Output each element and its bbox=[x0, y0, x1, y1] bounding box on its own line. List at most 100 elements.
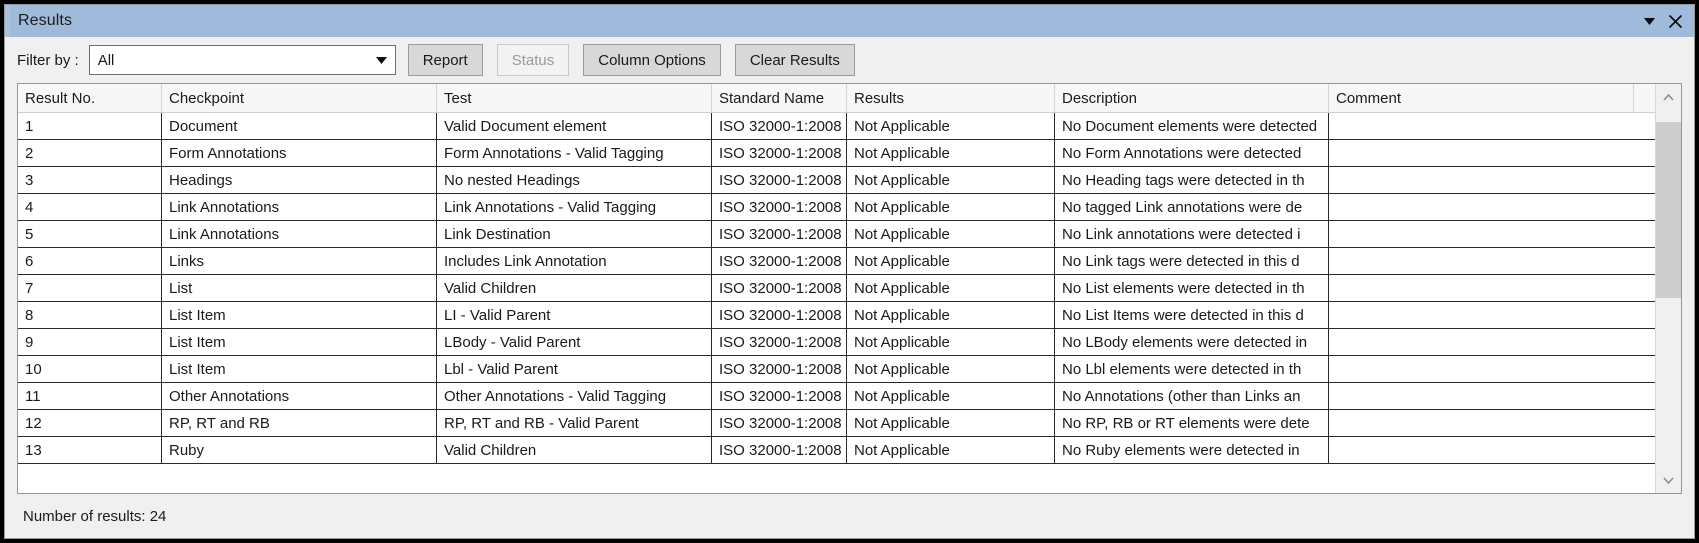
table-cell-description[interactable]: No RP, RB or RT elements were dete bbox=[1055, 410, 1329, 436]
table-cell-standard[interactable]: ISO 32000-1:2008 bbox=[712, 356, 847, 382]
vertical-scrollbar[interactable] bbox=[1655, 84, 1681, 493]
table-cell-result[interactable]: Not Applicable bbox=[847, 113, 1055, 139]
table-cell-standard[interactable]: ISO 32000-1:2008 bbox=[712, 113, 847, 139]
close-icon[interactable] bbox=[1662, 8, 1688, 34]
table-cell-test[interactable]: Link Annotations - Valid Tagging bbox=[437, 194, 712, 220]
table-cell-checkpoint[interactable]: Other Annotations bbox=[162, 383, 437, 409]
table-cell-comment[interactable] bbox=[1329, 275, 1634, 301]
table-cell-result[interactable]: Not Applicable bbox=[847, 437, 1055, 463]
chevron-down-icon[interactable] bbox=[1656, 467, 1681, 493]
table-row[interactable]: 9 List Item LBody - Valid Parent ISO 32000-… bbox=[18, 329, 1655, 356]
table-cell-result[interactable]: Not Applicable bbox=[847, 356, 1055, 382]
clear-results-button[interactable]: Clear Results bbox=[734, 44, 855, 76]
table-row[interactable]: 12 RP, RT and RB RP, RT and RB - Valid Par… bbox=[18, 410, 1655, 437]
table-cell-no[interactable]: 12 bbox=[18, 410, 162, 436]
table-cell-description[interactable]: No Ruby elements were detected in bbox=[1055, 437, 1329, 463]
table-cell-result[interactable]: Not Applicable bbox=[847, 302, 1055, 328]
table-cell-standard[interactable]: ISO 32000-1:2008 bbox=[712, 194, 847, 220]
table-cell-no[interactable]: 7 bbox=[18, 275, 162, 301]
table-cell-no[interactable]: 9 bbox=[18, 329, 162, 355]
column-header[interactable]: Checkpoint bbox=[162, 84, 437, 112]
table-row[interactable]: 7 List Valid Children ISO 32000-1:2008 Not A… bbox=[18, 275, 1655, 302]
table-cell-no[interactable]: 8 bbox=[18, 302, 162, 328]
column-header[interactable]: Standard Name bbox=[712, 84, 847, 112]
column-header[interactable]: Description bbox=[1055, 84, 1329, 112]
table-cell-test[interactable]: Valid Children bbox=[437, 437, 712, 463]
table-cell-checkpoint[interactable]: Form Annotations bbox=[162, 140, 437, 166]
table-cell-result[interactable]: Not Applicable bbox=[847, 167, 1055, 193]
table-cell-checkpoint[interactable]: Link Annotations bbox=[162, 221, 437, 247]
table-cell-test[interactable]: LBody - Valid Parent bbox=[437, 329, 712, 355]
table-cell-comment[interactable] bbox=[1329, 194, 1634, 220]
table-cell-no[interactable]: 4 bbox=[18, 194, 162, 220]
table-cell-checkpoint[interactable]: Ruby bbox=[162, 437, 437, 463]
table-row[interactable]: 6 Links Includes Link Annotation ISO 32000-… bbox=[18, 248, 1655, 275]
table-cell-test[interactable]: Lbl - Valid Parent bbox=[437, 356, 712, 382]
table-cell-standard[interactable]: ISO 32000-1:2008 bbox=[712, 437, 847, 463]
table-cell-result[interactable]: Not Applicable bbox=[847, 383, 1055, 409]
table-cell-no[interactable]: 13 bbox=[18, 437, 162, 463]
table-cell-standard[interactable]: ISO 32000-1:2008 bbox=[712, 167, 847, 193]
table-row[interactable]: 10 List Item Lbl - Valid Parent ISO 32000-1… bbox=[18, 356, 1655, 383]
table-cell-no[interactable]: 11 bbox=[18, 383, 162, 409]
table-cell-description[interactable]: No Lbl elements were detected in th bbox=[1055, 356, 1329, 382]
table-cell-test[interactable]: No nested Headings bbox=[437, 167, 712, 193]
table-cell-checkpoint[interactable]: List Item bbox=[162, 329, 437, 355]
table-cell-description[interactable]: No List Items were detected in this d bbox=[1055, 302, 1329, 328]
table-cell-description[interactable]: No Form Annotations were detected bbox=[1055, 140, 1329, 166]
table-cell-test[interactable]: Includes Link Annotation bbox=[437, 248, 712, 274]
table-cell-no[interactable]: 5 bbox=[18, 221, 162, 247]
table-cell-comment[interactable] bbox=[1329, 437, 1634, 463]
table-cell-result[interactable]: Not Applicable bbox=[847, 248, 1055, 274]
column-header[interactable]: Result No. bbox=[18, 84, 162, 112]
table-cell-result[interactable]: Not Applicable bbox=[847, 194, 1055, 220]
table-cell-description[interactable]: No Heading tags were detected in th bbox=[1055, 167, 1329, 193]
table-cell-description[interactable]: No Annotations (other than Links an bbox=[1055, 383, 1329, 409]
table-row[interactable]: 2 Form Annotations Form Annotations - Vali… bbox=[18, 140, 1655, 167]
column-options-button[interactable]: Column Options bbox=[583, 44, 721, 76]
table-cell-result[interactable]: Not Applicable bbox=[847, 221, 1055, 247]
column-header[interactable]: Results bbox=[847, 84, 1055, 112]
table-cell-comment[interactable] bbox=[1329, 221, 1634, 247]
table-cell-comment[interactable] bbox=[1329, 167, 1634, 193]
table-cell-comment[interactable] bbox=[1329, 410, 1634, 436]
table-cell-standard[interactable]: ISO 32000-1:2008 bbox=[712, 383, 847, 409]
table-cell-test[interactable]: Other Annotations - Valid Tagging bbox=[437, 383, 712, 409]
table-cell-checkpoint[interactable]: Links bbox=[162, 248, 437, 274]
table-cell-checkpoint[interactable]: Link Annotations bbox=[162, 194, 437, 220]
table-cell-no[interactable]: 10 bbox=[18, 356, 162, 382]
table-cell-no[interactable]: 1 bbox=[18, 113, 162, 139]
table-cell-standard[interactable]: ISO 32000-1:2008 bbox=[712, 329, 847, 355]
table-cell-test[interactable]: Form Annotations - Valid Tagging bbox=[437, 140, 712, 166]
table-cell-result[interactable]: Not Applicable bbox=[847, 140, 1055, 166]
table-cell-description[interactable]: No Link annotations were detected i bbox=[1055, 221, 1329, 247]
table-cell-standard[interactable]: ISO 32000-1:2008 bbox=[712, 410, 847, 436]
table-row[interactable]: 8 List Item LI - Valid Parent ISO 32000-1:2… bbox=[18, 302, 1655, 329]
table-cell-checkpoint[interactable]: List Item bbox=[162, 302, 437, 328]
table-cell-result[interactable]: Not Applicable bbox=[847, 329, 1055, 355]
report-button[interactable]: Report bbox=[407, 44, 483, 76]
table-cell-checkpoint[interactable]: Headings bbox=[162, 167, 437, 193]
table-cell-description[interactable]: No Document elements were detected bbox=[1055, 113, 1329, 139]
table-cell-comment[interactable] bbox=[1329, 302, 1634, 328]
scrollbar-track[interactable] bbox=[1656, 110, 1681, 467]
table-cell-comment[interactable] bbox=[1329, 383, 1634, 409]
filter-by-select[interactable]: All bbox=[88, 45, 396, 75]
table-cell-test[interactable]: Valid Document element bbox=[437, 113, 712, 139]
table-cell-description[interactable]: No LBody elements were detected in bbox=[1055, 329, 1329, 355]
table-cell-description[interactable]: No tagged Link annotations were de bbox=[1055, 194, 1329, 220]
chevron-up-icon[interactable] bbox=[1656, 84, 1681, 110]
table-cell-no[interactable]: 6 bbox=[18, 248, 162, 274]
column-header[interactable]: Comment bbox=[1329, 84, 1634, 112]
table-cell-test[interactable]: LI - Valid Parent bbox=[437, 302, 712, 328]
table-cell-checkpoint[interactable]: RP, RT and RB bbox=[162, 410, 437, 436]
table-cell-test[interactable]: RP, RT and RB - Valid Parent bbox=[437, 410, 712, 436]
table-cell-no[interactable]: 2 bbox=[18, 140, 162, 166]
table-row[interactable]: 1 Document Valid Document element ISO 32000… bbox=[18, 113, 1655, 140]
table-cell-description[interactable]: No List elements were detected in th bbox=[1055, 275, 1329, 301]
table-cell-comment[interactable] bbox=[1329, 248, 1634, 274]
scrollbar-thumb[interactable] bbox=[1656, 122, 1681, 298]
table-row[interactable]: 11 Other Annotations Other Annotations - V… bbox=[18, 383, 1655, 410]
table-cell-standard[interactable]: ISO 32000-1:2008 bbox=[712, 140, 847, 166]
table-cell-standard[interactable]: ISO 32000-1:2008 bbox=[712, 302, 847, 328]
